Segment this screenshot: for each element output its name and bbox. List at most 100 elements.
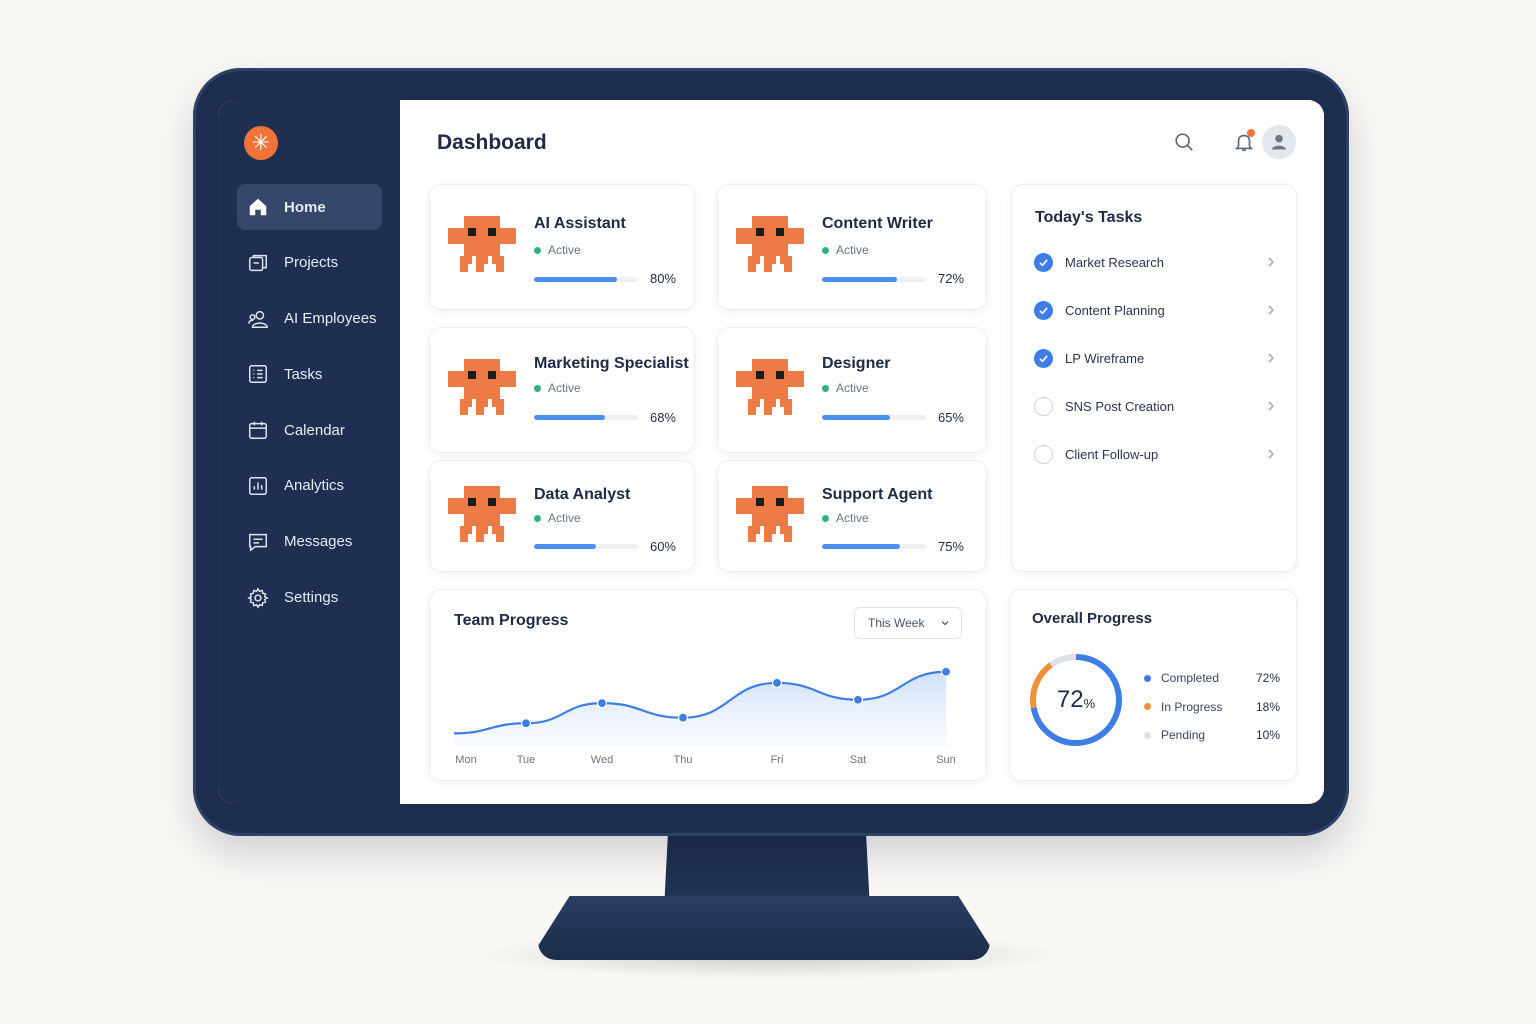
sidebar-item-label: Settings	[284, 589, 339, 607]
sidebar-item-label: Projects	[284, 254, 339, 272]
status-dot	[534, 514, 541, 522]
employee-card-marketing-specialist[interactable]: Marketing Specialist Active 68%	[429, 327, 695, 453]
task-label: SNS Post Creation	[1065, 398, 1175, 414]
legend-label: Pending	[1161, 728, 1206, 743]
task-label: Market Research	[1065, 254, 1164, 270]
checkbox-checked-icon[interactable]	[1034, 300, 1053, 320]
employee-card-ai-assistant[interactable]: AI Assistant Active 80%	[429, 184, 695, 310]
bell-icon[interactable]	[1226, 124, 1262, 160]
sidebar-item-label: Calendar	[284, 421, 345, 439]
status-badge: Active	[822, 243, 869, 257]
range-select[interactable]: This Week	[854, 607, 962, 639]
chart-point[interactable]	[520, 718, 532, 729]
legend-item-completed: Completed 72%	[1144, 664, 1280, 693]
status-text: Active	[548, 381, 581, 395]
employee-name: Designer	[822, 355, 891, 372]
legend-label: Completed	[1161, 671, 1220, 686]
main-content: Dashboard AI Assistant Active 80% Conten…	[400, 100, 1324, 804]
sidebar-nav: Home Projects AI Employees Tasks Calenda…	[237, 184, 382, 630]
range-select-value: This Week	[868, 616, 925, 630]
task-label: Client Follow-up	[1065, 446, 1159, 462]
robot-avatar-icon	[736, 486, 804, 542]
x-tick-label: Sun	[936, 754, 956, 766]
status-badge: Active	[822, 381, 869, 395]
task-item[interactable]: Client Follow-up	[1034, 442, 1278, 466]
employee-card-content-writer[interactable]: Content Writer Active 72%	[717, 184, 987, 310]
sidebar-item-label: Tasks	[284, 365, 323, 383]
chart-point[interactable]	[771, 677, 783, 689]
progress-fill	[822, 544, 900, 549]
sidebar-item-calendar[interactable]: Calendar	[237, 407, 382, 453]
robot-avatar-icon	[448, 359, 516, 415]
card-title: Team Progress	[454, 612, 569, 629]
overall-progress-card: Overall Progress 72% Completed 72% In Pr…	[1009, 589, 1297, 781]
projects-icon	[247, 252, 269, 274]
chevron-right-icon	[1268, 305, 1274, 315]
task-item[interactable]: Market Research	[1034, 250, 1278, 274]
sidebar-item-analytics[interactable]: Analytics	[237, 463, 382, 509]
robot-avatar-icon	[448, 486, 516, 542]
chart-point[interactable]	[596, 698, 608, 709]
page-title: Dashboard	[437, 131, 547, 154]
monitor-stand-base	[538, 896, 990, 960]
sidebar-item-home[interactable]: Home	[237, 184, 382, 230]
tasks-icon	[247, 363, 269, 385]
status-dot	[822, 384, 829, 392]
header-actions	[1142, 124, 1296, 160]
logo-icon[interactable]: ✳	[244, 126, 278, 160]
legend-value: 18%	[1255, 699, 1280, 714]
progress-fill	[534, 277, 618, 282]
card-title: Overall Progress	[1032, 610, 1153, 627]
employee-card-support-agent[interactable]: Support Agent Active 75%	[717, 460, 987, 572]
robot-avatar-icon	[736, 216, 804, 272]
status-dot	[822, 246, 829, 254]
status-text: Active	[548, 511, 581, 525]
status-text: Active	[836, 243, 869, 257]
card-title: Today's Tasks	[1035, 209, 1143, 226]
status-badge: Active	[534, 511, 581, 525]
sidebar-item-projects[interactable]: Projects	[237, 240, 382, 286]
progress-percent: 65%	[937, 410, 964, 425]
chart-point[interactable]	[852, 694, 864, 705]
users-icon	[247, 308, 269, 330]
legend-item-pending: Pending 10%	[1144, 721, 1280, 750]
sidebar-item-tasks[interactable]: Tasks	[237, 351, 382, 397]
progress-bar	[822, 277, 926, 282]
x-tick-label: Thu	[674, 754, 693, 766]
sidebar-item-messages[interactable]: Messages	[237, 519, 382, 565]
status-dot	[534, 384, 541, 392]
employee-card-data-analyst[interactable]: Data Analyst Active 60%	[429, 460, 695, 572]
avatar[interactable]	[1262, 125, 1296, 159]
checkbox-checked-icon[interactable]	[1034, 252, 1053, 272]
donut-legend: Completed 72% In Progress 18% Pending 10…	[1144, 664, 1280, 750]
sidebar-item-label: Analytics	[284, 477, 345, 495]
messages-icon	[247, 531, 269, 553]
task-item[interactable]: SNS Post Creation	[1034, 394, 1278, 418]
checkbox-empty-icon[interactable]	[1034, 444, 1053, 464]
app-screen: ✳ Home Projects AI Employees Tasks Calen…	[218, 100, 1324, 804]
sidebar-item-settings[interactable]: Settings	[237, 575, 382, 621]
sidebar-item-ai-employees[interactable]: AI Employees	[237, 296, 382, 342]
search-icon[interactable]	[1166, 124, 1202, 160]
checkbox-empty-icon[interactable]	[1034, 396, 1053, 416]
legend-item-in-progress: In Progress 18%	[1144, 693, 1280, 722]
status-badge: Active	[534, 243, 581, 257]
progress-bar	[534, 415, 638, 420]
sidebar-item-label: Messages	[284, 533, 353, 551]
employee-card-designer[interactable]: Designer Active 65%	[717, 327, 987, 453]
status-text: Active	[836, 381, 869, 395]
x-tick-label: Wed	[591, 754, 613, 766]
chart-point[interactable]	[677, 712, 689, 723]
robot-avatar-icon	[448, 216, 516, 272]
task-item[interactable]: LP Wireframe	[1034, 346, 1278, 370]
chart-point[interactable]	[940, 666, 952, 677]
donut-value: 72	[1056, 686, 1084, 713]
x-tick-label: Tue	[517, 754, 536, 766]
task-item[interactable]: Content Planning	[1034, 298, 1278, 322]
checkbox-checked-icon[interactable]	[1034, 348, 1053, 368]
chevron-right-icon	[1268, 401, 1274, 411]
employee-name: Content Writer	[822, 215, 933, 232]
chevron-down-icon	[941, 621, 949, 626]
employee-name: Support Agent	[822, 486, 933, 503]
legend-dot	[1144, 731, 1151, 739]
